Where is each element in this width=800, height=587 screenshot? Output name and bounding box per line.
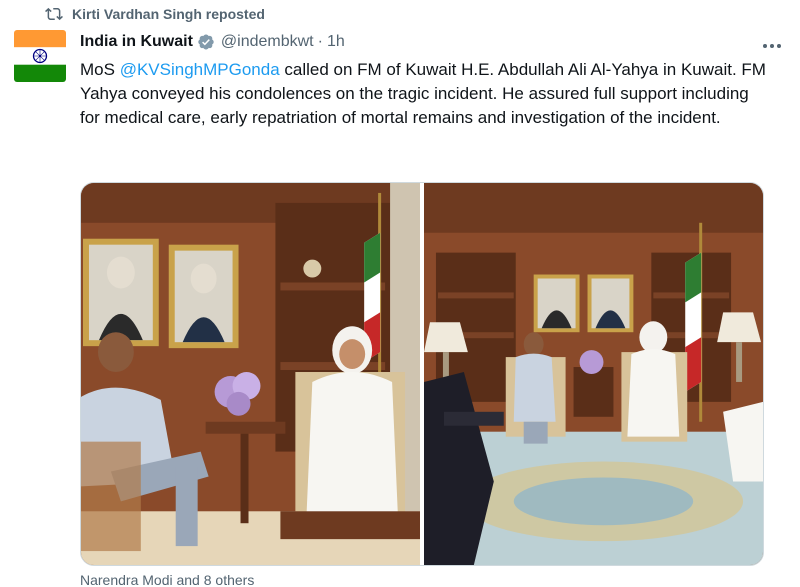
header-separator: · [317,33,323,50]
author-handle[interactable]: @indembkwt [221,33,314,51]
more-options-icon[interactable] [760,36,784,56]
author-display-name[interactable]: India in Kuwait [80,33,193,51]
tweet-header: India in Kuwait @indembkwt · 1h [80,30,780,54]
tweet-text-prefix: MoS [80,60,120,79]
liked-by-text[interactable]: Narendra Modi and 8 others [80,572,254,587]
repost-text[interactable]: Kirti Vardhan Singh reposted [72,6,265,22]
repost-indicator[interactable]: Kirti Vardhan Singh reposted [44,4,265,24]
repost-icon [44,4,64,24]
tweet-timestamp[interactable]: 1h [327,33,345,51]
media-grid [80,182,764,566]
india-flag-icon [14,30,66,82]
photo-meeting-closeup[interactable] [81,183,420,565]
tweet-body: India in Kuwait @indembkwt · 1h MoS @KVS… [80,30,780,130]
tweet-text: MoS @KVSinghMPGonda called on FM of Kuwa… [80,58,770,130]
verified-badge-icon[interactable] [197,33,215,51]
photo-meeting-wide[interactable] [424,183,763,565]
author-avatar[interactable] [14,30,66,82]
mention-link[interactable]: @KVSinghMPGonda [120,60,280,79]
